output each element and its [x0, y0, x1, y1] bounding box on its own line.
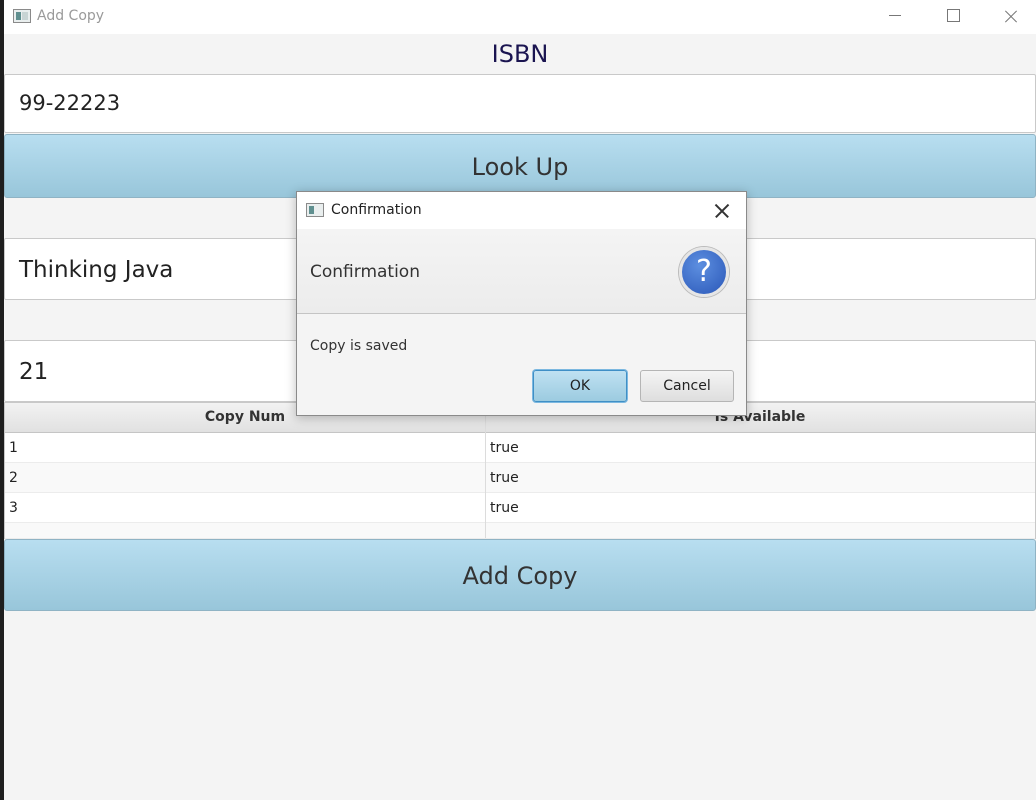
add-copy-button[interactable]: Add Copy [4, 539, 1036, 611]
is-available-cell: true [490, 470, 519, 486]
is-available-cell: true [490, 440, 519, 456]
isbn-label: ISBN [491, 40, 549, 68]
column-divider [485, 403, 486, 538]
look-up-button[interactable]: Look Up [4, 134, 1036, 198]
copy-num-cell: 2 [9, 470, 18, 486]
dialog-content-text: Copy is saved [310, 338, 408, 354]
dialog-header: Confirmation ? [297, 229, 746, 314]
ok-button[interactable]: OK [533, 370, 627, 402]
dialog-close-icon[interactable] [711, 200, 733, 222]
confirmation-dialog: Confirmation Confirmation ? Copy is save… [296, 191, 747, 416]
dialog-app-icon [306, 203, 324, 217]
minimize-button[interactable] [866, 0, 924, 34]
isbn-value: 99-22223 [19, 91, 121, 115]
dialog-title: Confirmation [331, 202, 422, 218]
is-available-cell: true [490, 500, 519, 516]
dialog-title-bar: Confirmation [297, 192, 746, 229]
title-bar: Add Copy [4, 0, 1036, 34]
number-value: 21 [19, 359, 49, 385]
isbn-input[interactable]: 99-22223 [4, 74, 1036, 133]
app-icon [13, 9, 31, 23]
close-window-button[interactable] [982, 0, 1036, 34]
table-row-empty [5, 523, 1035, 539]
title-value: Thinking Java [19, 257, 174, 283]
window-title: Add Copy [37, 8, 105, 24]
table-row[interactable]: 3 true [5, 493, 1035, 523]
maximize-button[interactable] [924, 0, 982, 34]
cancel-button[interactable]: Cancel [640, 370, 734, 402]
dialog-header-text: Confirmation [310, 262, 420, 282]
table-row[interactable]: 1 true [5, 433, 1035, 463]
question-icon: ? [679, 247, 729, 297]
copy-num-cell: 3 [9, 500, 18, 516]
copy-num-cell: 1 [9, 440, 18, 456]
table-row[interactable]: 2 true [5, 463, 1035, 493]
copies-table[interactable]: Copy Num Is Available 1 true 2 true 3 tr… [4, 402, 1036, 539]
